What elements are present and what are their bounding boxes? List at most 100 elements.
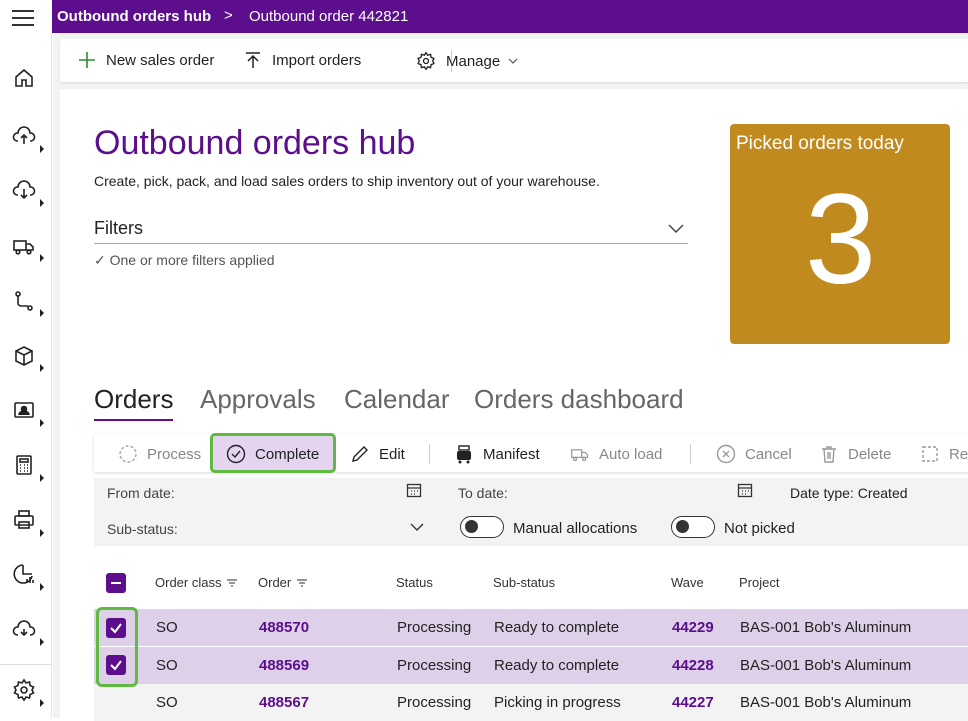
new-sales-order-button[interactable]: New sales order [78,51,214,69]
wave-link[interactable]: 44228 [672,657,714,674]
cell-sub-status: Picking in progress [494,694,621,711]
truck-icon [571,449,589,462]
not-picked-label: Not picked [724,520,795,537]
not-picked-toggle[interactable] [671,516,715,538]
delete-button[interactable]: Delete [819,444,891,464]
breadcrumb-root[interactable]: Outbound orders hub [57,8,211,25]
expand-caret-icon[interactable] [40,364,44,372]
expand-caret-icon[interactable] [40,254,44,262]
auto-load-button[interactable]: Auto load [570,444,662,464]
page-subtitle: Create, pick, pack, and load sales order… [94,173,600,189]
cell-project: BAS-001 Bob's Aluminum [740,694,912,711]
column-label: Project [739,575,780,590]
calendar-icon[interactable] [406,482,422,498]
toolbar-divider [429,444,430,464]
cell-status: Processing [397,657,472,674]
column-header-order-class[interactable]: Order class [155,575,238,590]
order-link[interactable]: 488567 [259,694,309,711]
wave-link[interactable]: 44229 [672,619,714,636]
gear-icon[interactable] [12,678,38,704]
calculator-icon[interactable] [12,453,38,479]
chevron-down-icon[interactable] [410,522,424,532]
manual-allocations-toggle[interactable] [460,516,504,538]
filter-fields: From date: To date: Date type: Created S… [94,478,968,546]
tile-title: Picked orders today [736,133,904,154]
import-orders-button[interactable]: Import orders [244,51,361,69]
column-label: Wave [671,575,704,590]
expand-caret-icon[interactable] [40,145,44,153]
manage-menu-button[interactable]: Manage [416,51,528,71]
id-card-icon[interactable] [12,398,38,424]
column-header-project[interactable]: Project [739,575,779,590]
active-tab-indicator [94,419,173,421]
home-icon[interactable] [12,66,38,92]
calendar-icon[interactable] [737,482,753,498]
select-all-checkbox[interactable] [106,573,126,593]
expand-caret-icon[interactable] [40,199,44,207]
expand-caret-icon[interactable] [40,699,44,707]
breadcrumb-current[interactable]: Outbound order 442821 [249,8,408,25]
sub-status-label: Sub-status: [107,521,178,537]
filter-icon [297,578,308,587]
column-label: Order [258,575,292,590]
printer-icon[interactable] [12,508,38,534]
column-header-status[interactable]: Status [396,575,433,590]
filters-applied-note: ✓ One or more filters applied [94,252,275,268]
expand-caret-icon[interactable] [40,529,44,537]
column-label: Order class [155,575,222,590]
import-orders-label: Import orders [272,51,362,69]
hamburger-menu-icon[interactable] [12,10,34,26]
manifest-label: Manifest [483,445,540,463]
manage-label: Manage [446,52,501,70]
date-type-selector[interactable]: Date type: Created [790,485,908,501]
manifest-icon [457,445,471,464]
column-label: Sub-status [493,575,556,590]
column-header-sub-status[interactable]: Sub-status [493,575,555,590]
column-header-wave[interactable]: Wave [671,575,704,590]
filters-expander[interactable]: Filters [94,217,688,244]
tab-approvals[interactable]: Approvals [200,384,316,415]
cloud-download-icon[interactable] [12,178,38,204]
order-link[interactable]: 488570 [259,619,309,636]
report-icon[interactable] [12,562,38,588]
top-bar: Outbound orders hub > Outbound order 442… [0,0,968,33]
tab-calendar[interactable]: Calendar [344,384,450,415]
expand-caret-icon[interactable] [40,419,44,427]
check-circle-icon [226,444,246,464]
box-icon[interactable] [12,344,38,370]
close-circle-icon [716,444,736,464]
tab-orders-dashboard[interactable]: Orders dashboard [474,384,684,415]
table-row[interactable]: SO 488567 Processing Picking in progress… [94,684,968,721]
truck-icon[interactable] [12,234,38,260]
cell-project: BAS-001 Bob's Aluminum [740,619,912,636]
cell-status: Processing [397,619,472,636]
route-icon[interactable] [12,289,38,315]
more-actions-button[interactable]: Re [920,444,968,464]
more-actions-label: Re [949,445,968,463]
table-row[interactable]: SO 488569 Processing Ready to complete 4… [94,647,968,684]
from-date-label: From date: [107,485,175,501]
expand-caret-icon[interactable] [40,309,44,317]
action-bar: New sales order Import orders Manage [60,39,968,82]
tab-orders[interactable]: Orders [94,384,173,415]
manifest-button[interactable]: Manifest [454,444,540,464]
order-link[interactable]: 488569 [259,657,309,674]
edit-button[interactable]: Edit [350,444,405,464]
picked-orders-tile[interactable]: Picked orders today 3 [730,124,950,344]
filters-label: Filters [94,218,143,238]
cancel-button[interactable]: Cancel [716,444,792,464]
table-row[interactable]: SO 488570 Processing Ready to complete 4… [94,609,968,646]
expand-caret-icon[interactable] [40,474,44,482]
complete-button[interactable]: Complete [226,444,319,464]
complete-label: Complete [255,445,320,463]
expand-caret-icon[interactable] [40,638,44,646]
gear-icon [417,51,435,71]
cloud-sync-icon[interactable] [12,618,38,644]
expand-caret-icon[interactable] [40,583,44,591]
cloud-upload-icon[interactable] [12,124,38,150]
wave-link[interactable]: 44227 [672,694,714,711]
column-header-order[interactable]: Order [258,575,308,590]
chevron-down-icon [668,224,684,234]
cell-project: BAS-001 Bob's Aluminum [740,657,912,674]
delete-label: Delete [848,445,892,463]
